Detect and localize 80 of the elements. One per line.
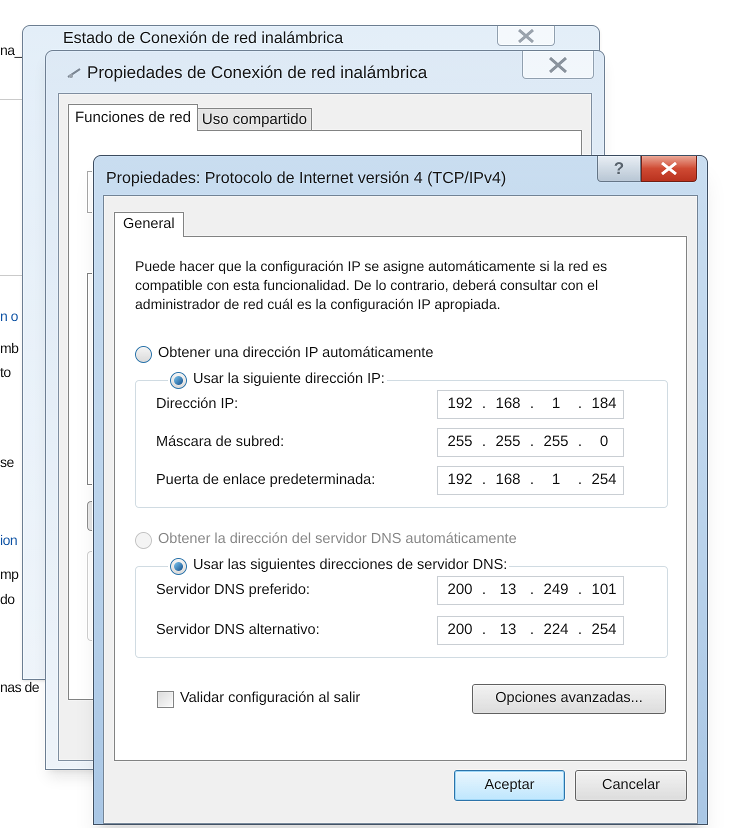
window-title: Propiedades: Protocolo de Internet versión 4 (TCP/IPv4) <box>106 169 506 189</box>
description-text: Puede hacer que la configuración IP se asigne automáticamente si la red es compatible con esta funcionalidad. De lo contrario, deberá consultar con el administrador de red cuál es la configuración IP apropiada. <box>135 257 608 314</box>
text-box <box>87 171 92 213</box>
octet-separator: . <box>576 432 584 452</box>
text-fragment: mp <box>0 565 18 584</box>
window-title: Propiedades de Conexión de red inalámbrica <box>87 63 428 83</box>
tab[interactable]: Uso compartido <box>196 108 312 131</box>
checkbox[interactable] <box>157 690 174 708</box>
octet-text: 200 <box>446 580 474 600</box>
octet-text: 1 <box>550 394 562 414</box>
network-icon <box>66 67 82 79</box>
help-button[interactable]: ? <box>597 156 641 182</box>
text-fragment: do <box>0 590 15 609</box>
radio-label: Obtener una dirección IP automáticamente <box>158 344 434 364</box>
octet-text: 13 <box>498 620 518 640</box>
octet-text: 254 <box>590 470 618 490</box>
octet-text: 184 <box>590 394 618 414</box>
text-fragment: mb <box>0 339 18 358</box>
advanced-options-button[interactable]: Opciones avanzadas... <box>472 684 666 714</box>
dialog-button[interactable]: Cancelar <box>575 770 687 801</box>
radio-button[interactable] <box>135 346 152 362</box>
link-text[interactable]: n o <box>0 306 18 326</box>
window-title: Estado de Conexión de red inalámbrica <box>63 30 344 48</box>
octet-text: 192 <box>446 470 474 490</box>
octet-separator: . <box>528 394 536 414</box>
octet-separator: . <box>576 394 584 414</box>
link-text[interactable]: ion <box>0 530 18 550</box>
ip-address-field[interactable]: 192 . 168 . 1 . 184 <box>437 390 624 419</box>
ip-address-field[interactable]: 200 . 13 . 249 . 101 <box>437 576 624 605</box>
octet-separator: . <box>480 394 488 414</box>
octet-text: 1 <box>550 470 562 490</box>
field-label: Máscara de subred: <box>156 432 284 452</box>
close-icon <box>516 28 536 42</box>
octet-text: 254 <box>590 620 618 640</box>
octet-text: 0 <box>598 432 610 452</box>
octet-text: 255 <box>446 432 474 452</box>
radio-label: Usar las siguientes direcciones de servidor DNS: <box>193 556 508 576</box>
octet-text: 255 <box>494 432 522 452</box>
octet-text: 255 <box>542 432 570 452</box>
text-fragment: nas de <box>0 678 40 697</box>
dialog-button[interactable]: Aceptar <box>454 770 565 801</box>
ip-address-field[interactable]: 200 . 13 . 224 . 254 <box>437 616 624 645</box>
octet-text: 101 <box>590 580 618 600</box>
octet-text: 224 <box>542 620 570 640</box>
octet-separator: . <box>528 580 536 600</box>
octet-separator: . <box>480 432 488 452</box>
octet-separator: . <box>480 620 488 640</box>
close-icon <box>660 162 678 175</box>
close-button[interactable] <box>641 156 697 182</box>
tab[interactable]: Funciones de red <box>68 104 198 131</box>
octet-separator: . <box>576 470 584 490</box>
tab[interactable]: General <box>114 212 184 237</box>
octet-separator: . <box>528 432 536 452</box>
close-icon <box>547 56 569 72</box>
octet-separator: . <box>528 470 536 490</box>
text-fragment: se <box>0 453 14 472</box>
text-fragment: to <box>0 363 11 382</box>
octet-text: 13 <box>498 580 518 600</box>
octet-separator: . <box>576 580 584 600</box>
octet-text: 249 <box>542 580 570 600</box>
field-label: Servidor DNS alternativo: <box>156 620 320 640</box>
ip-address-field[interactable]: 255 . 255 . 255 . 0 <box>437 428 624 457</box>
octet-text: 168 <box>494 394 522 414</box>
ip-address-field[interactable]: 192 . 168 . 1 . 254 <box>437 466 624 495</box>
octet-text: 168 <box>494 470 522 490</box>
radio-button[interactable] <box>170 372 187 388</box>
radio-button[interactable] <box>170 558 187 574</box>
octet-separator: . <box>528 620 536 640</box>
radio-label: Obtener la dirección del servidor DNS automáticamente <box>158 530 517 550</box>
text-fragment: na_ <box>0 41 22 60</box>
octet-text: 200 <box>446 620 474 640</box>
checkbox-label: Validar configuración al salir <box>180 689 360 708</box>
field-label: Dirección IP: <box>156 394 238 414</box>
radio-label: Usar la siguiente dirección IP: <box>193 370 385 390</box>
octet-separator: . <box>480 580 488 600</box>
octet-separator: . <box>480 470 488 490</box>
octet-separator: . <box>576 620 584 640</box>
field-label: Puerta de enlace predeterminada: <box>156 470 376 490</box>
field-label: Servidor DNS preferido: <box>156 580 310 600</box>
octet-text: 192 <box>446 394 474 414</box>
